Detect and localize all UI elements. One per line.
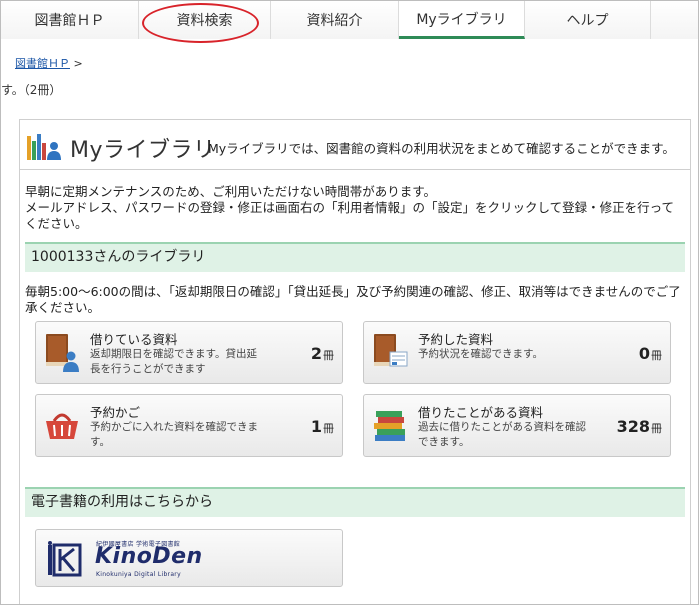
page-title: Myライブラリ (70, 138, 216, 163)
breadcrumb: 図書館ＨＰ > (15, 55, 83, 71)
card-title: 予約した資料 (418, 332, 494, 347)
card-title: 予約かご (90, 405, 141, 420)
card-description: 返却期限日を確認できます。貸出延長を行うことができます (90, 348, 257, 375)
nav-spacer (651, 1, 698, 39)
count-value: 2 (310, 344, 322, 363)
ebook-section-header: 電子書籍の利用はこちらから (25, 487, 685, 517)
basket-icon (46, 413, 78, 439)
card-description: 予約かごに入れた資料を確認できます。 (90, 421, 258, 448)
reserved-book-icon (374, 334, 408, 367)
reservation-basket-card[interactable]: 予約かご 予約かごに入れた資料を確認できます。 1冊 (35, 394, 343, 457)
kinoden-name: KinoDen (95, 544, 203, 569)
tab-help[interactable]: ヘルプ (525, 1, 651, 39)
notice-line-2: メールアドレス、パスワードの登録・修正は画面右の「利用者情報」の「設定」をクリッ… (25, 200, 675, 231)
top-navigation: 図書館ＨＰ 資料検索 資料紹介 Myライブラリ ヘルプ (1, 1, 698, 39)
borrowed-materials-card[interactable]: 借りている資料 返却期限日を確認できます。貸出延長を行うことができます 2冊 (35, 321, 343, 384)
basket-count: 1冊 (311, 417, 334, 436)
count-unit: 冊 (651, 349, 662, 362)
library-section-header: 1000133さんのライブラリ (25, 242, 685, 272)
tab-material-introduction[interactable]: 資料紹介 (271, 1, 399, 39)
maintenance-notice: 早朝に定期メンテナンスのため、ご利用いただけない時間帯があります。 メールアドレ… (25, 184, 685, 232)
borrowed-book-icon (46, 334, 79, 372)
kinoden-subtitle: Kinokuniya Digital Library (96, 571, 181, 578)
kinoden-logo-icon (48, 541, 82, 577)
maintenance-hours-notice: 毎朝5:00～6:00の間は、「返却期限日の確認」「貸出延長」及び予約関連の確認… (25, 284, 681, 315)
library-books-icon (27, 134, 61, 160)
book-stack-icon (374, 411, 405, 441)
tab-my-library[interactable]: Myライブラリ (399, 1, 525, 39)
panel-header: Myライブラリ Myライブラリでは、図書館の資料の利用状況をまとめて確認すること… (20, 120, 690, 170)
count-value: 1 (310, 417, 322, 436)
borrowing-history-card[interactable]: 借りたことがある資料 過去に借りたことがある資料を確認できます。 328冊 (363, 394, 671, 457)
tab-material-search[interactable]: 資料検索 (139, 1, 271, 39)
card-description: 過去に借りたことがある資料を確認できます。 (418, 421, 586, 448)
page-description: Myライブラリでは、図書館の資料の利用状況をまとめて確認することができます。 (208, 141, 675, 156)
truncated-text: す。（2冊） (1, 83, 62, 97)
tab-library-home[interactable]: 図書館ＨＰ (1, 1, 139, 39)
notice-line-1: 早朝に定期メンテナンスのため、ご利用いただけない時間帯があります。 (25, 184, 437, 199)
borrowed-count: 2冊 (311, 344, 334, 363)
kinoden-button[interactable]: 紀伊國屋書店 学術電子図書館 KinoDen Kinokuniya Digita… (35, 529, 343, 587)
card-title: 借りている資料 (90, 332, 178, 347)
count-unit: 冊 (323, 349, 334, 362)
count-value: 328 (616, 417, 650, 436)
breadcrumb-home-link[interactable]: 図書館ＨＰ (15, 57, 70, 70)
card-title: 借りたことがある資料 (418, 405, 544, 420)
card-description: 予約状況を確認できます。 (418, 348, 543, 360)
count-value: 0 (638, 344, 650, 363)
reserved-count: 0冊 (639, 344, 662, 363)
page-frame: 図書館ＨＰ 資料検索 資料紹介 Myライブラリ ヘルプ 図書館ＨＰ > す。（2… (0, 0, 699, 605)
count-unit: 冊 (651, 422, 662, 435)
count-unit: 冊 (323, 422, 334, 435)
history-count: 328冊 (617, 417, 662, 436)
breadcrumb-separator: > (73, 57, 83, 70)
reserved-materials-card[interactable]: 予約した資料 予約状況を確認できます。 0冊 (363, 321, 671, 384)
